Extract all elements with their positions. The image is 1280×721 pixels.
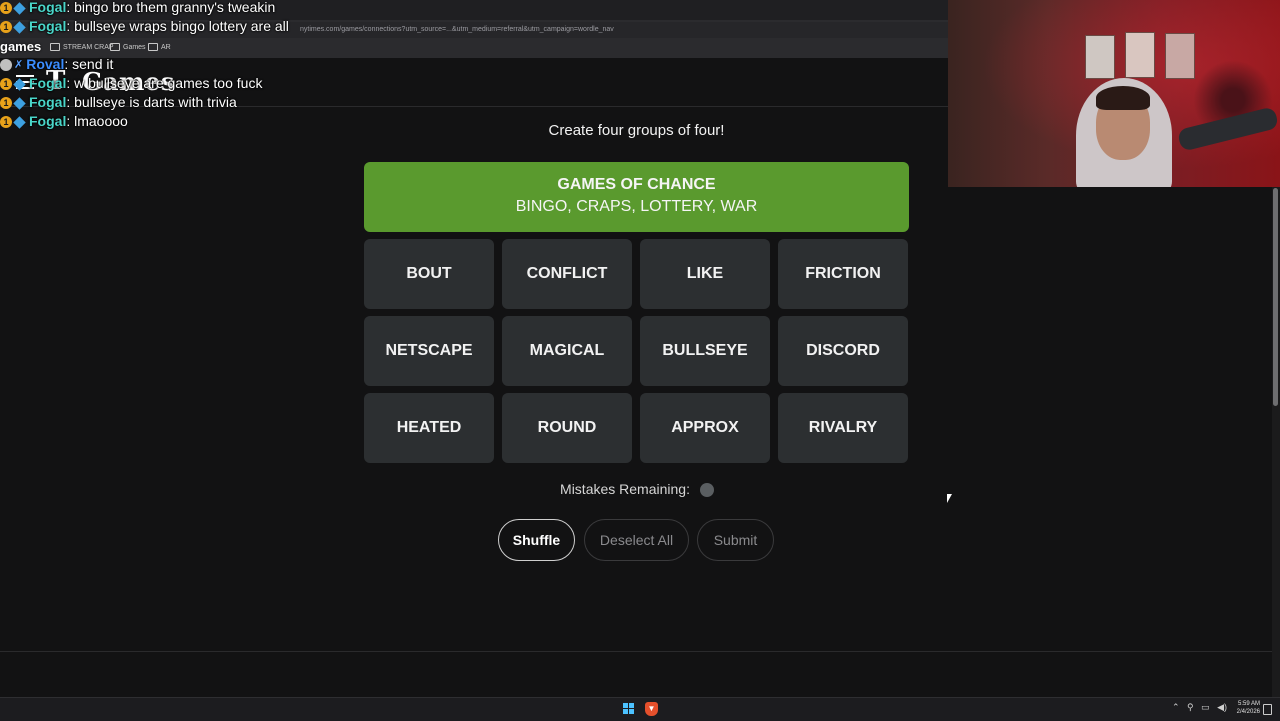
word-tile[interactable]: HEATED [364,393,494,463]
bookmark-ar[interactable]: AR [148,40,171,56]
folder-icon [110,43,120,52]
word-tile[interactable]: BULLSEYE [640,316,770,386]
chat-text: bingo bro them granny's tweakin [74,0,276,15]
notification-icon[interactable] [1263,704,1272,715]
folder-icon [50,43,60,52]
clock-time: 5:59 AM [1237,701,1260,707]
word-tile[interactable]: FRICTION [778,239,908,309]
shuffle-button[interactable]: Shuffle [498,519,575,561]
folder-icon [148,43,158,52]
webcam-feed [948,0,1280,187]
person-hair [1096,86,1150,110]
word-tile[interactable]: BOUT [364,239,494,309]
chat-text: send it [72,56,114,72]
gem-badge-icon [13,78,26,91]
bookmark-label: AR [161,44,171,51]
chat-text: bullseye is darts with trivia [74,94,237,110]
game-instructions: Create four groups of four! [548,122,725,139]
chat-message: 1 Fogal: lmaoooo [0,112,128,131]
bookmark-label: STREAM CRAP [63,44,114,51]
deselect-all-button[interactable]: Deselect All [584,519,689,561]
chat-message: 1 Fogal: w bullseye are games too fuck [0,74,262,93]
subscriber-badge-icon: 1 [0,97,12,110]
windows-start-icon[interactable] [623,703,635,715]
chat-username: Fogal [29,0,67,15]
system-tray[interactable]: ⌃ ⚲ ▭ ◀) [1172,702,1227,713]
chat-username: Fogal [29,18,67,34]
scrollbar-thumb[interactable] [1273,188,1278,406]
word-tile[interactable]: LIKE [640,239,770,309]
chat-message: ✗ Roval: send it [0,55,113,74]
chat-text: lmaoooo [74,113,128,129]
subscriber-badge-icon: 1 [0,21,12,34]
solved-group: GAMES OF CHANCE BINGO, CRAPS, LOTTERY, W… [364,162,909,232]
chat-username: Fogal [29,94,67,110]
chat-username: Fogal [29,75,67,91]
word-grid: BOUT CONFLICT LIKE FRICTION NETSCAPE MAG… [364,239,910,463]
mouse-cursor-icon [947,494,952,503]
chat-message: 1 Fogal: bullseye is darts with trivia [0,93,237,112]
chat-text: w bullseye are games too fuck [74,75,263,91]
brave-browser-icon[interactable]: ▼ [645,702,658,716]
gem-badge-icon [13,116,26,129]
mistakes-remaining: Mistakes Remaining: [0,481,1274,498]
wall-poster [1125,32,1155,78]
moderator-badge-icon [0,59,12,72]
chat-text: bullseye wraps bingo lottery are all [74,18,289,34]
word-tile[interactable]: CONFLICT [502,239,632,309]
wall-poster [1165,33,1195,79]
gem-badge-icon [13,2,26,15]
word-tile[interactable]: ROUND [502,393,632,463]
submit-button[interactable]: Submit [697,519,774,561]
windows-taskbar: ▼ ⌃ ⚲ ▭ ◀) 5:59 AM 2/4/2026 [0,697,1280,721]
chat-username: Fogal [29,113,67,129]
clock-date: 2/4/2026 [1236,709,1260,715]
subscriber-badge-icon: 1 [0,116,12,129]
solved-group-members: BINGO, CRAPS, LOTTERY, WAR [515,198,758,215]
chat-label: games [0,39,42,54]
bookmarks-bar: STREAM CRAP Games AR [0,40,948,56]
gem-badge-icon [13,21,26,34]
bookmark-label: Games [123,44,146,51]
mistakes-label: Mistakes Remaining: [560,481,690,497]
word-tile[interactable]: APPROX [640,393,770,463]
taskbar-clock[interactable]: 5:59 AM 2/4/2026 [1234,700,1260,716]
chat-message: 1 Fogal: bingo bro them granny's tweakin [0,0,275,17]
solved-group-title: GAMES OF CHANCE [557,176,716,193]
bookmark-games[interactable]: Games [110,40,146,56]
word-tile[interactable]: DISCORD [778,316,908,386]
mistake-dot-icon [699,483,714,498]
bookmark-stream-crap[interactable]: STREAM CRAP [50,40,114,56]
word-tile[interactable]: NETSCAPE [364,316,494,386]
chat-message: 1 Fogal: bullseye wraps bingo lottery are… [0,17,289,36]
page-divider [0,651,1272,652]
subscriber-badge-icon: 1 [0,78,12,91]
chat-username: Roval [26,56,65,72]
wall-poster [1085,35,1115,79]
word-tile[interactable]: RIVALRY [778,393,908,463]
sword-badge-icon: ✗ [14,58,24,71]
gem-badge-icon [13,97,26,110]
word-tile[interactable]: MAGICAL [502,316,632,386]
subscriber-badge-icon: 1 [0,2,12,15]
